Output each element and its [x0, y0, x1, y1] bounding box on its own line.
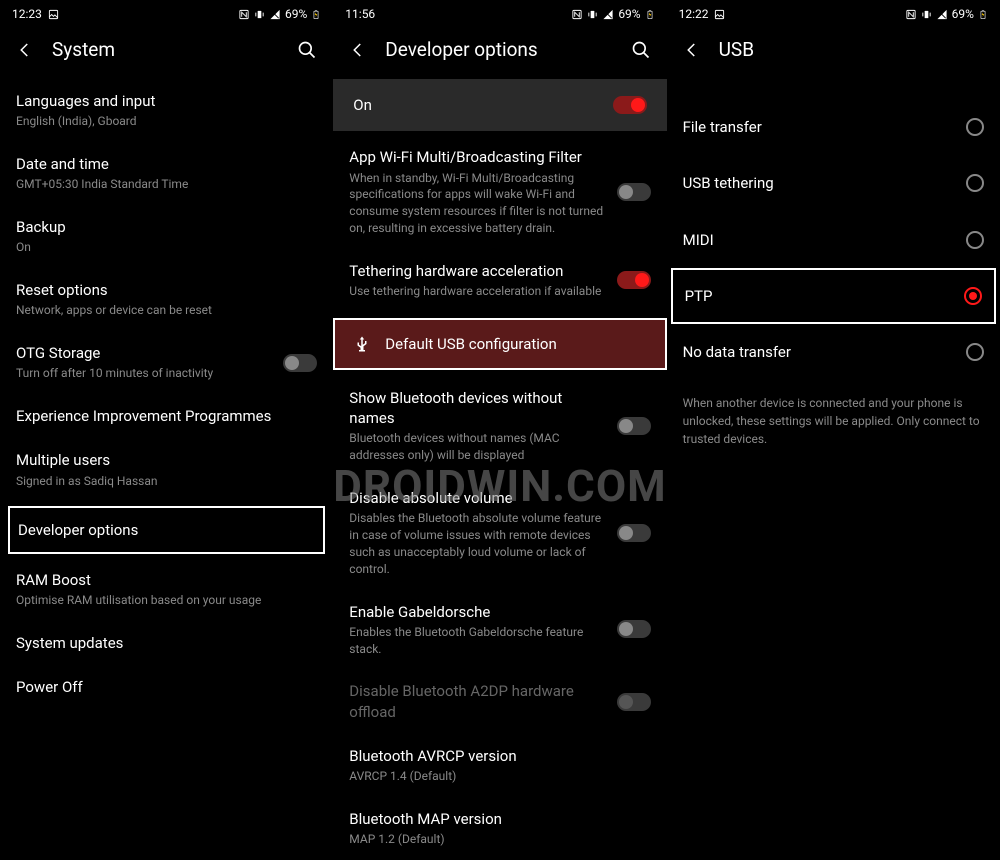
signal-icon — [936, 9, 948, 20]
bt-names-toggle[interactable] — [617, 417, 651, 435]
abs-volume-toggle[interactable] — [617, 524, 651, 542]
nfc-icon — [905, 9, 917, 20]
back-icon[interactable] — [16, 41, 34, 59]
item-gabeldorsche[interactable]: Enable Gabeldorsche Enables the Bluetoot… — [349, 590, 650, 670]
wifi-filter-toggle[interactable] — [617, 183, 651, 201]
status-time: 11:56 — [345, 7, 375, 21]
status-time: 12:22 — [679, 7, 709, 21]
otg-toggle[interactable] — [283, 354, 317, 372]
search-icon[interactable] — [297, 40, 317, 60]
item-a2dp-offload: Disable Bluetooth A2DP hardware offload — [349, 669, 650, 734]
nfc-icon — [238, 9, 250, 20]
header: Developer options — [333, 28, 666, 79]
settings-list: On App Wi-Fi Multi/Broadcasting Filter W… — [333, 79, 666, 860]
item-default-usb-config[interactable]: Default USB configuration — [333, 318, 666, 370]
dev-options-master-toggle[interactable]: On — [333, 79, 666, 131]
item-bt-no-names[interactable]: Show Bluetooth devices without names Blu… — [349, 376, 650, 476]
item-developer-options[interactable]: Developer options — [8, 506, 325, 554]
gabeldorsche-toggle[interactable] — [617, 620, 651, 638]
search-icon[interactable] — [631, 40, 651, 60]
battery-icon — [645, 9, 655, 20]
status-bar: 12:23 69% — [0, 0, 333, 28]
status-icons: 69% — [905, 7, 988, 21]
vibrate-icon — [587, 9, 598, 20]
option-no-data-transfer[interactable]: No data transfer — [683, 324, 984, 380]
radio-icon — [966, 118, 984, 136]
option-ptp[interactable]: PTP — [671, 268, 996, 324]
vibrate-icon — [921, 9, 932, 20]
radio-icon — [966, 343, 984, 361]
item-backup[interactable]: Backup On — [16, 205, 317, 268]
option-file-transfer[interactable]: File transfer — [683, 99, 984, 155]
item-map-version[interactable]: Bluetooth MAP version MAP 1.2 (Default) — [349, 797, 650, 860]
tethering-toggle[interactable] — [617, 271, 651, 289]
page-title: USB — [719, 38, 984, 61]
status-icons: 69% — [571, 7, 654, 21]
battery-percent: 69% — [952, 7, 974, 21]
battery-percent: 69% — [618, 7, 640, 21]
a2dp-toggle — [617, 693, 651, 711]
picture-icon — [48, 9, 59, 20]
item-otg-storage[interactable]: OTG Storage Turn off after 10 minutes of… — [16, 331, 317, 394]
vibrate-icon — [254, 9, 265, 20]
page-title: System — [52, 38, 279, 61]
item-absolute-volume[interactable]: Disable absolute volume Disables the Blu… — [349, 476, 650, 589]
picture-icon — [714, 9, 725, 20]
usb-icon — [353, 335, 371, 353]
usb-footnote: When another device is connected and you… — [683, 380, 984, 462]
battery-percent: 69% — [285, 7, 307, 21]
settings-list: Languages and input English (India), Gbo… — [0, 79, 333, 709]
item-languages[interactable]: Languages and input English (India), Gbo… — [16, 79, 317, 142]
signal-icon — [269, 9, 281, 20]
option-midi[interactable]: MIDI — [683, 212, 984, 268]
item-avrcp[interactable]: Bluetooth AVRCP version AVRCP 1.4 (Defau… — [349, 734, 650, 797]
item-ram-boost[interactable]: RAM Boost Optimise RAM utilisation based… — [16, 558, 317, 621]
usb-options-list: File transfer USB tethering MIDI PTP No … — [667, 79, 1000, 462]
radio-icon — [966, 231, 984, 249]
item-system-updates[interactable]: System updates — [16, 621, 317, 665]
panel-usb: 12:22 69% USB File transfer USB tetherin… — [667, 0, 1000, 741]
status-bar: 12:22 69% — [667, 0, 1000, 28]
header: USB — [667, 28, 1000, 79]
back-icon[interactable] — [349, 41, 367, 59]
radio-icon-selected — [964, 287, 982, 305]
item-reset[interactable]: Reset options Network, apps or device ca… — [16, 268, 317, 331]
signal-icon — [602, 9, 614, 20]
item-tethering-accel[interactable]: Tethering hardware acceleration Use teth… — [349, 249, 650, 312]
item-wifi-filter[interactable]: App Wi-Fi Multi/Broadcasting Filter When… — [349, 135, 650, 248]
item-experience[interactable]: Experience Improvement Programmes — [16, 394, 317, 438]
dev-options-toggle[interactable] — [613, 96, 647, 114]
item-multiple-users[interactable]: Multiple users Signed in as Sadiq Hassan — [16, 438, 317, 501]
panel-developer-options: 11:56 69% Developer options On App Wi-Fi… — [333, 0, 666, 741]
back-icon[interactable] — [683, 41, 701, 59]
status-time: 12:23 — [12, 7, 42, 21]
radio-icon — [966, 174, 984, 192]
battery-icon — [978, 9, 988, 20]
header: System — [0, 28, 333, 79]
nfc-icon — [571, 9, 583, 20]
panel-system: 12:23 69% System Languages and input Eng… — [0, 0, 333, 741]
item-date-time[interactable]: Date and time GMT+05:30 India Standard T… — [16, 142, 317, 205]
item-power-off[interactable]: Power Off — [16, 665, 317, 709]
option-usb-tethering[interactable]: USB tethering — [683, 155, 984, 211]
page-title: Developer options — [385, 38, 612, 61]
status-icons: 69% — [238, 7, 321, 21]
status-bar: 11:56 69% — [333, 0, 666, 28]
battery-icon — [311, 9, 321, 20]
